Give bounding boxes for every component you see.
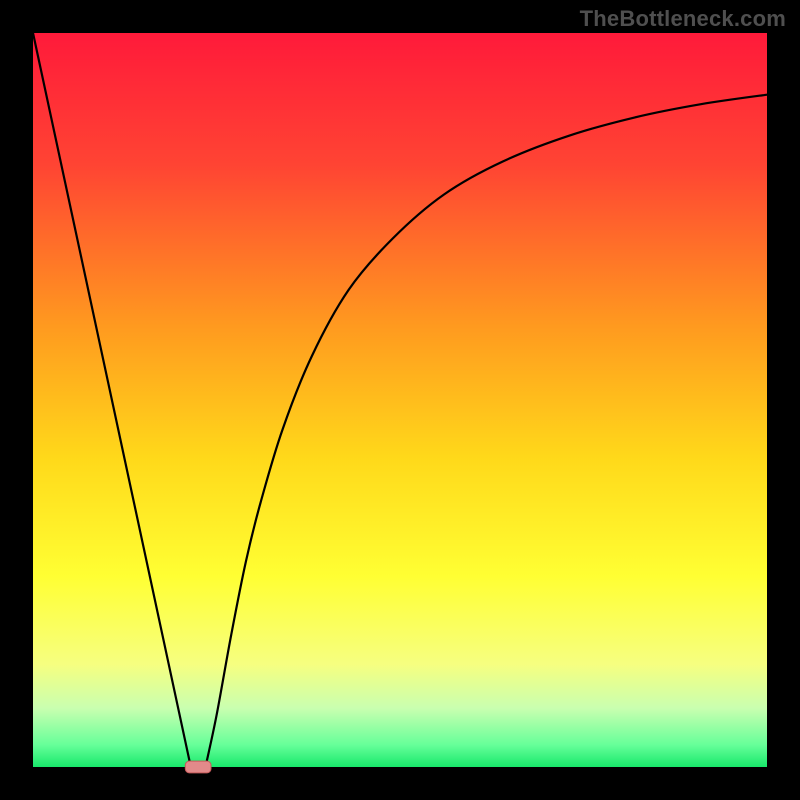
chart-frame: TheBottleneck.com: [0, 0, 800, 800]
bottleneck-chart: [0, 0, 800, 800]
plot-background: [33, 33, 767, 767]
min-marker: [185, 761, 211, 773]
attribution-watermark: TheBottleneck.com: [580, 6, 786, 32]
